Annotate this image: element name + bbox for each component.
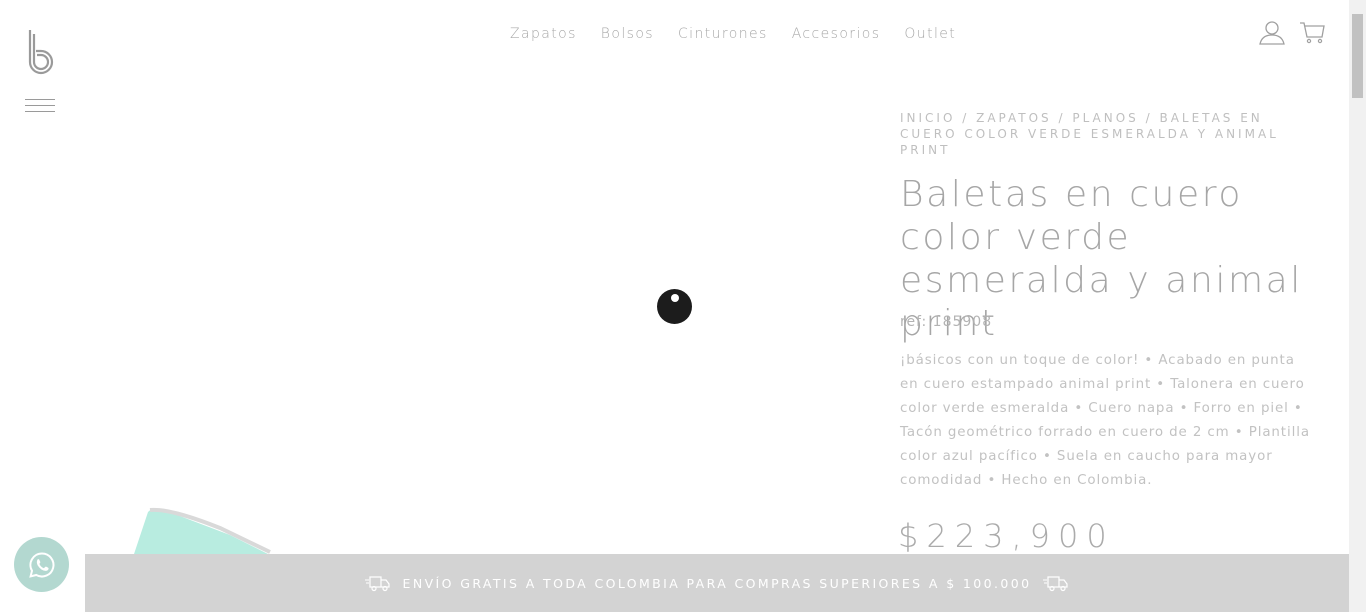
- bosi-logo-icon: [28, 30, 54, 75]
- page-scrollbar[interactable]: [1349, 0, 1366, 612]
- scrollbar-thumb[interactable]: [1352, 14, 1363, 98]
- whatsapp-button[interactable]: [14, 537, 69, 592]
- truck-icon: [364, 576, 390, 592]
- cart-icon[interactable]: [1298, 20, 1326, 46]
- nav-item-accesorios[interactable]: Accesorios: [792, 24, 881, 44]
- shipping-banner: Envío gratis a toda Colombia para compra…: [85, 554, 1349, 612]
- main-nav: Zapatos Bolsos Cinturones Accesorios Out…: [498, 24, 968, 44]
- nav-item-outlet[interactable]: Outlet: [904, 24, 956, 44]
- hamburger-icon[interactable]: [25, 99, 55, 115]
- brand-logo[interactable]: [24, 28, 60, 76]
- whatsapp-icon: [28, 551, 54, 578]
- nav-item-cinturones[interactable]: Cinturones: [678, 24, 768, 44]
- product-ref: ref: 185908: [900, 314, 993, 330]
- user-icon[interactable]: [1258, 20, 1286, 46]
- breadcrumb-item-zapatos[interactable]: Zapatos: [976, 111, 1052, 125]
- truck-icon: [1043, 576, 1069, 592]
- breadcrumb: Inicio / Zapatos / Planos / Baletas en c…: [900, 110, 1310, 158]
- product-image: [110, 480, 370, 560]
- breadcrumb-separator: /: [1138, 111, 1160, 125]
- product-price: $223,900: [898, 517, 1115, 555]
- nav-item-zapatos[interactable]: Zapatos: [510, 24, 577, 44]
- breadcrumb-item-inicio[interactable]: Inicio: [900, 111, 955, 125]
- product-description: ¡básicos con un toque de color! • Acabad…: [900, 353, 1310, 488]
- breadcrumb-item-planos[interactable]: Planos: [1072, 111, 1138, 125]
- loading-spinner: [657, 289, 692, 324]
- breadcrumb-separator: /: [955, 111, 977, 125]
- breadcrumb-separator: /: [1051, 111, 1073, 125]
- shipping-banner-text: Envío gratis a toda Colombia para compra…: [402, 575, 1032, 591]
- nav-item-bolsos[interactable]: Bolsos: [601, 24, 654, 44]
